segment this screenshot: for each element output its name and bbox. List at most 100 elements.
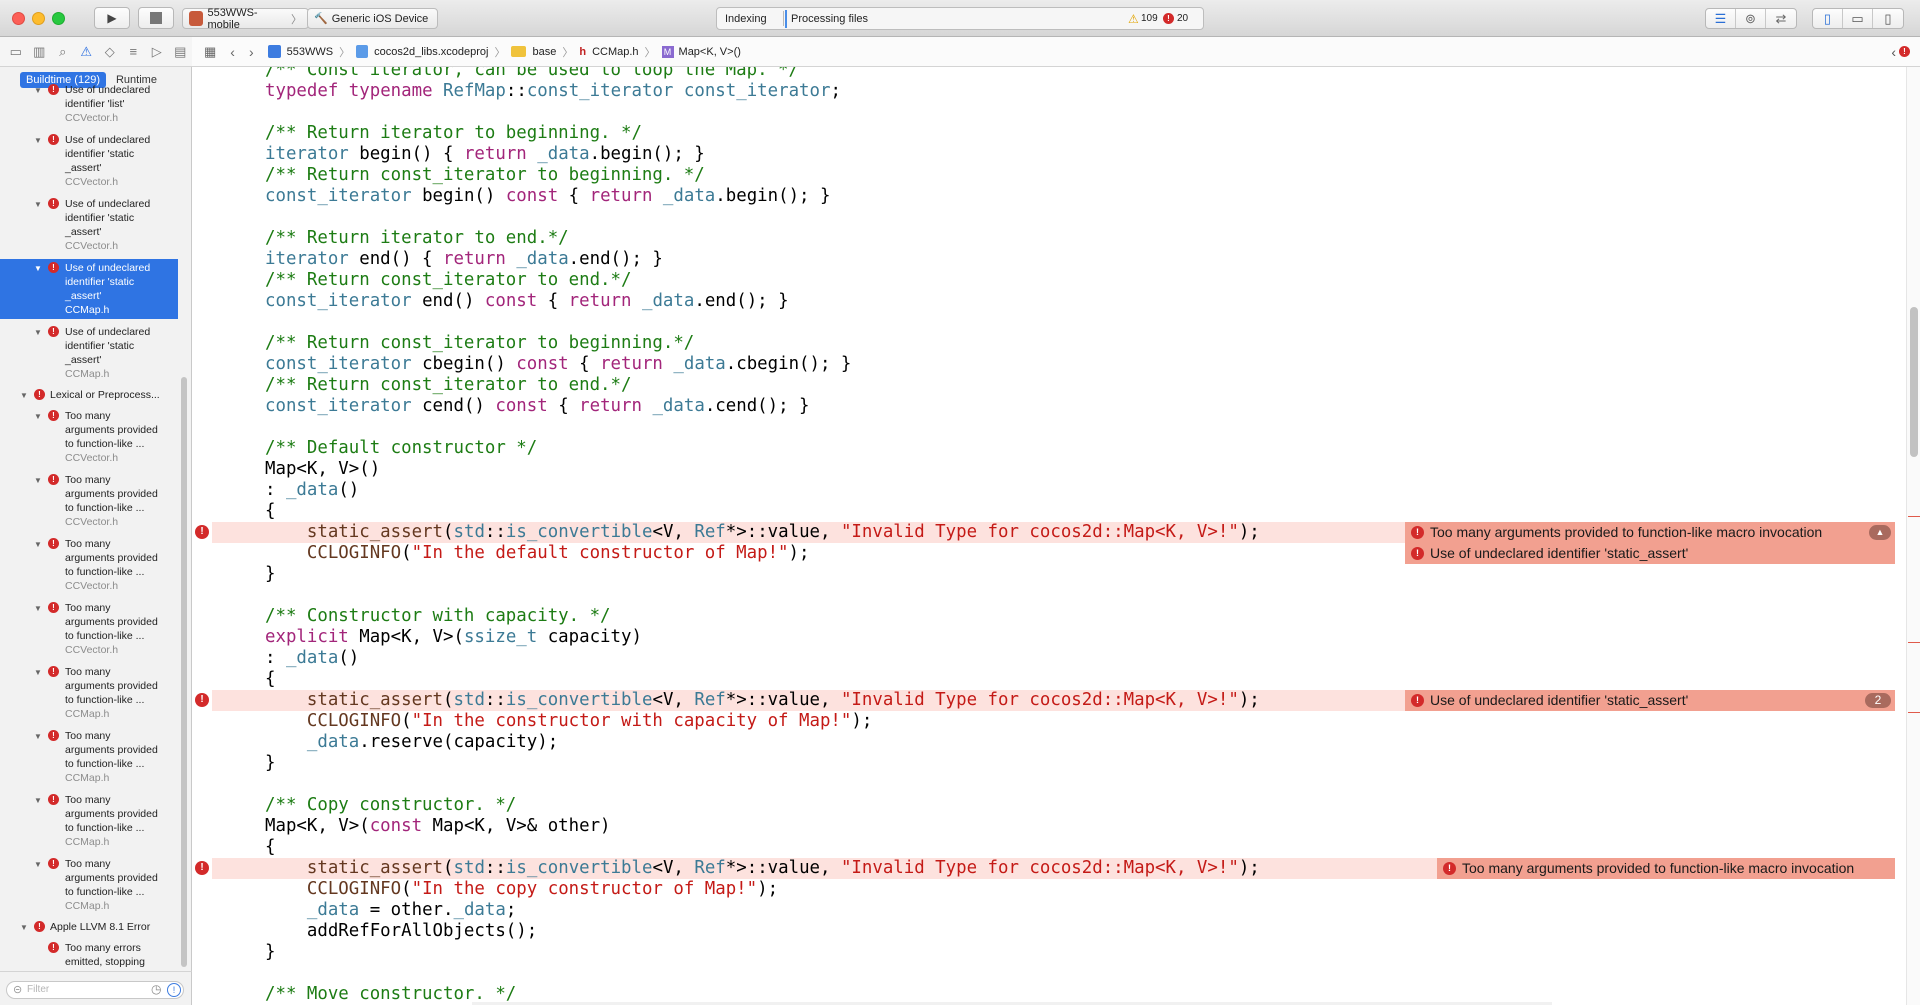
symbol-navigator-icon[interactable]: ▥ <box>28 44 52 60</box>
disclosure-triangle-icon[interactable]: ▼ <box>34 262 42 276</box>
issue-count-badge[interactable]: 2 <box>1865 693 1891 708</box>
issue-message-line: emitted, stopping <box>65 956 145 968</box>
search-icon[interactable]: ⌕ <box>51 44 75 60</box>
error-icon[interactable]: ! <box>195 693 209 707</box>
disclosure-triangle-icon[interactable]: ▼ <box>34 730 42 744</box>
disclosure-triangle-icon[interactable]: ▼ <box>34 474 42 488</box>
crumb-project[interactable]: 553WWS <box>287 46 333 58</box>
disclosure-triangle-icon[interactable]: ▼ <box>34 666 42 680</box>
error-icon[interactable]: ! <box>1163 13 1174 24</box>
folder-icon[interactable]: ▭ <box>4 44 28 60</box>
error-icon: ! <box>48 84 59 95</box>
crumb-group[interactable]: base <box>532 46 556 58</box>
issue-file: CCMap.h <box>65 368 110 380</box>
code-line: _data.reserve(capacity); <box>306 732 559 752</box>
disclosure-triangle-icon[interactable]: ▼ <box>34 602 42 616</box>
source-editor[interactable]: !!! /** Const iterator, can be used to l… <box>192 67 1920 1005</box>
related-items-icon[interactable]: ▦ <box>204 44 216 60</box>
disclosure-triangle-icon[interactable]: ▼ <box>20 389 28 403</box>
issue-bubble[interactable]: ! Too many arguments provided to function… <box>1437 858 1895 879</box>
issue-item[interactable]: ▼! Use of undeclared identifier 'static _as… <box>0 195 178 255</box>
crumb-file[interactable]: CCMap.h <box>592 46 638 58</box>
issue-message-line: to function-like ... <box>65 758 145 770</box>
issue-item[interactable]: ▼! Too many arguments provided to function-… <box>0 791 178 851</box>
error-icon[interactable]: ! <box>195 525 209 539</box>
standard-editor-icon[interactable]: ☰ <box>1706 9 1736 28</box>
header-file-icon: h <box>579 45 587 58</box>
utilities-toggle-icon[interactable]: ▯ <box>1873 9 1903 28</box>
stop-button[interactable] <box>138 7 174 29</box>
disclosure-triangle-icon[interactable]: ▼ <box>34 84 42 98</box>
error-icon[interactable]: ! <box>1899 46 1910 57</box>
disclosure-triangle-icon[interactable]: ▼ <box>34 198 42 212</box>
clock-icon[interactable]: ◷ <box>151 982 161 996</box>
issue-bubble[interactable]: ! Use of undeclared identifier 'static_as… <box>1405 543 1895 564</box>
filter-field[interactable]: ⊝ Filter ◷ ! <box>6 981 184 999</box>
navigator-toggle-icon[interactable]: ▯ <box>1813 9 1843 28</box>
issue-item[interactable]: ▼! Use of undeclared identifier 'static _as… <box>0 131 178 191</box>
error-count[interactable]: 20 <box>1177 13 1188 24</box>
issue-item[interactable]: ▼! Use of undeclared identifier 'static _as… <box>0 259 178 319</box>
issue-item[interactable]: ▼! Too many arguments provided to function-… <box>0 663 178 723</box>
collapse-icon[interactable]: ▲ <box>1869 525 1891 540</box>
code-line: /** Const iterator, can be used to loop … <box>265 67 799 80</box>
issue-navigator-icon[interactable]: ⚠ <box>75 44 99 60</box>
sidebar-scrollbar[interactable] <box>181 377 187 967</box>
issue-bubble[interactable]: ! Use of undeclared identifier 'static_as… <box>1405 690 1895 711</box>
back-arrow-icon[interactable]: ‹ <box>230 44 235 60</box>
issue-item[interactable]: ▼! Too many arguments provided to function-… <box>0 855 178 915</box>
warning-icon[interactable]: ⚠ <box>1128 12 1139 26</box>
warning-count[interactable]: 109 <box>1141 13 1158 24</box>
issue-group[interactable]: ▼! Lexical or Preprocess... <box>0 388 178 402</box>
issue-group[interactable]: ▼! Apple LLVM 8.1 Error <box>0 920 178 934</box>
editor-scrollbar[interactable] <box>1906 67 1920 1005</box>
filter-placeholder: Filter <box>27 984 50 995</box>
issue-item[interactable]: ▼! Too many arguments provided to function-… <box>0 599 178 659</box>
issue-navigator: Buildtime (129) Runtime ▼! Use of undecla… <box>0 67 192 971</box>
disclosure-triangle-icon[interactable]: ▼ <box>34 538 42 552</box>
error-icon[interactable]: ! <box>195 861 209 875</box>
disclosure-triangle-icon[interactable]: ▼ <box>34 134 42 148</box>
minimize-window-button[interactable] <box>32 12 45 25</box>
version-editor-icon[interactable]: ⇄ <box>1766 9 1796 28</box>
previous-issue-icon[interactable]: ‹ <box>1891 44 1896 60</box>
breakpoint-navigator-icon[interactable]: ▷ <box>145 44 169 60</box>
debug-area-toggle-icon[interactable]: ▭ <box>1843 9 1873 28</box>
issue-bubble[interactable]: ! Too many arguments provided to function… <box>1405 522 1895 543</box>
debug-navigator-icon[interactable]: ≡ <box>122 44 146 59</box>
issue-item[interactable]: ▼! Too many arguments provided to function-… <box>0 407 178 467</box>
issue-item[interactable]: ▼! Use of undeclared identifier 'static _as… <box>0 323 178 383</box>
show-errors-only-icon[interactable]: ! <box>167 983 181 997</box>
issue-item[interactable]: !Too many errorsemitted, stoppingnow <box>0 939 178 971</box>
run-button[interactable]: ▶ <box>94 7 130 29</box>
disclosure-triangle-icon[interactable]: ▼ <box>34 410 42 424</box>
crumb-symbol[interactable]: Map<K, V>() <box>679 46 741 58</box>
code-line: } <box>265 753 276 773</box>
issue-message-line: Use of undeclared <box>65 326 151 338</box>
disclosure-triangle-icon[interactable]: ▼ <box>34 858 42 872</box>
close-window-button[interactable] <box>12 12 25 25</box>
destination-selector[interactable]: 🔨 Generic iOS Device <box>307 8 438 29</box>
disclosure-triangle-icon[interactable]: ▼ <box>34 326 42 340</box>
disclosure-triangle-icon[interactable]: ▼ <box>34 794 42 808</box>
issue-message-line: arguments provided <box>65 808 158 820</box>
issue-message-line: identifier 'static <box>65 340 135 352</box>
issue-item[interactable]: ▼! Use of undeclared identifier 'list' CCVe… <box>0 81 178 127</box>
error-marker <box>1908 642 1920 643</box>
issue-item[interactable]: ▼! Too many arguments provided to function-… <box>0 727 178 787</box>
assistant-editor-icon[interactable]: ⊚ <box>1736 9 1766 28</box>
issue-item[interactable]: ▼! Too many arguments provided to function-… <box>0 535 178 595</box>
issue-message-line: to function-like ... <box>65 886 145 898</box>
issue-message-line: arguments provided <box>65 872 158 884</box>
code-line: /** Copy constructor. */ <box>265 795 517 815</box>
crumb-xcodeproj[interactable]: cocos2d_libs.xcodeproj <box>374 46 488 58</box>
zoom-window-button[interactable] <box>52 12 65 25</box>
scroll-thumb[interactable] <box>1910 307 1918 457</box>
scheme-selector[interactable]: 553WWS-mobile 〉 <box>182 7 309 31</box>
disclosure-triangle-icon[interactable]: ▼ <box>20 921 28 935</box>
code-line: Map<K, V>() <box>265 459 381 479</box>
forward-arrow-icon[interactable]: › <box>249 44 254 60</box>
test-navigator-icon[interactable]: ◇ <box>98 44 122 60</box>
issue-item[interactable]: ▼! Too many arguments provided to function-… <box>0 471 178 531</box>
report-navigator-icon[interactable]: ▤ <box>169 44 193 60</box>
